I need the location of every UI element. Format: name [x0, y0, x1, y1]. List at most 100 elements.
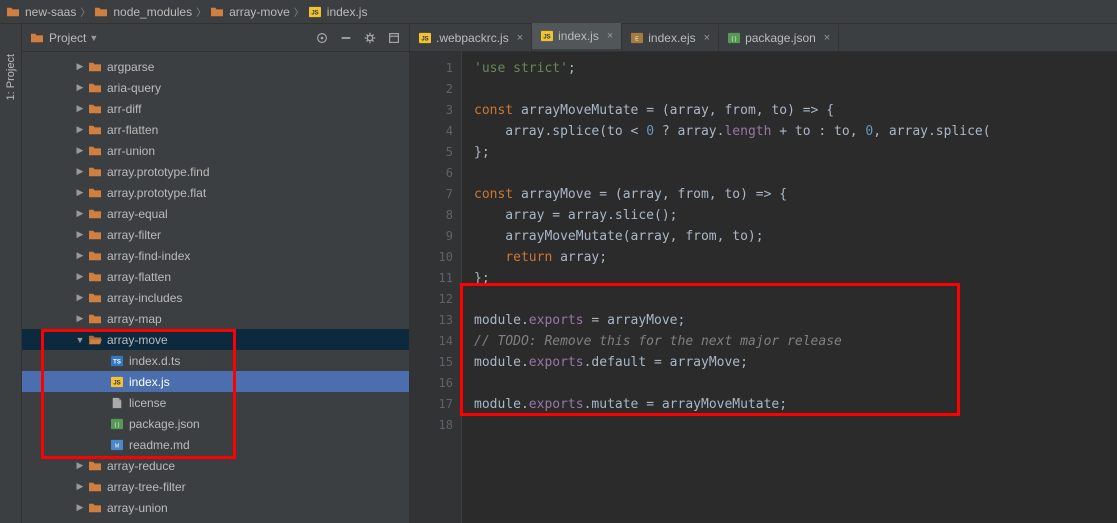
- line-gutter: 123456789101112131415161718: [410, 52, 462, 523]
- tree-item[interactable]: ▶ array-reduce: [22, 455, 409, 476]
- tree-arrow-icon[interactable]: ▶: [72, 502, 88, 513]
- tree-arrow-icon[interactable]: ▶: [72, 271, 88, 282]
- tree-item[interactable]: ▶ array-flatten: [22, 266, 409, 287]
- code-line[interactable]: arrayMoveMutate(array, from, to);: [474, 226, 1117, 247]
- line-number: 4: [410, 121, 453, 142]
- folder-icon: [6, 6, 20, 18]
- editor-tab[interactable]: index.js×: [532, 23, 622, 51]
- editor-area: .webpackrc.js×index.js×index.ejs×package…: [410, 24, 1117, 523]
- tree-item[interactable]: ▶array.prototype.flat: [22, 182, 409, 203]
- tree-item-label: array-flatten: [107, 270, 171, 284]
- tree-item[interactable]: index.d.ts: [22, 350, 409, 371]
- chevron-down-icon[interactable]: ▼: [89, 33, 98, 43]
- tree-item[interactable]: ▶arr-union: [22, 140, 409, 161]
- breadcrumb-item[interactable]: new-saas: [6, 5, 76, 19]
- code-line[interactable]: module.exports.mutate = arrayMoveMutate;: [474, 394, 1117, 415]
- code-line[interactable]: const arrayMove = (array, from, to) => {: [474, 184, 1117, 205]
- project-header-title[interactable]: Project: [49, 31, 86, 45]
- tree-item[interactable]: ▶argparse: [22, 56, 409, 77]
- tree-item[interactable]: ▶array-equal: [22, 203, 409, 224]
- tree-item[interactable]: ▶aria-query: [22, 77, 409, 98]
- tree-arrow-icon[interactable]: ▶: [72, 208, 88, 219]
- close-icon[interactable]: ×: [824, 32, 830, 44]
- tree-item-label: array.prototype.find: [107, 165, 210, 179]
- code-line[interactable]: array = array.slice();: [474, 205, 1117, 226]
- code-line[interactable]: return array;: [474, 247, 1117, 268]
- editor-tab[interactable]: package.json ×: [719, 25, 839, 51]
- code-line[interactable]: [474, 373, 1117, 394]
- tree-arrow-icon[interactable]: ▶: [72, 292, 88, 303]
- code-line[interactable]: 'use strict';: [474, 58, 1117, 79]
- line-number: 7: [410, 184, 453, 205]
- tree-arrow-icon[interactable]: ▶: [72, 481, 88, 492]
- tree-item-label: array-move: [107, 333, 168, 347]
- tree-item[interactable]: ▶array-union: [22, 497, 409, 518]
- editor-tab[interactable]: .webpackrc.js×: [410, 25, 532, 51]
- breadcrumb-item[interactable]: node_modules: [94, 5, 192, 19]
- code-line[interactable]: module.exports.default = arrayMove;: [474, 352, 1117, 373]
- tree-item[interactable]: ▶ arr-diff: [22, 98, 409, 119]
- close-icon[interactable]: ×: [607, 30, 613, 42]
- hide-icon[interactable]: [387, 31, 401, 45]
- tree-arrow-icon[interactable]: ▶: [72, 166, 88, 177]
- tab-label: package.json: [745, 31, 816, 45]
- code-line[interactable]: [474, 289, 1117, 310]
- tree-arrow-icon[interactable]: ▶: [72, 250, 88, 261]
- tree-item[interactable]: ▶ array.prototype.find: [22, 161, 409, 182]
- tree-item[interactable]: ▶ arr-flatten: [22, 119, 409, 140]
- project-tree[interactable]: ▶argparse▶aria-query▶arr-diff▶arr-flatte…: [22, 52, 409, 523]
- tree-item-label: arr-flatten: [107, 123, 158, 137]
- folder-icon: [88, 271, 102, 283]
- breadcrumb-item[interactable]: index.js: [308, 5, 368, 19]
- tree-item-label: array-reduce: [107, 459, 175, 473]
- tree-arrow-icon[interactable]: ▶: [72, 313, 88, 324]
- tree-arrow-icon[interactable]: ▼: [72, 335, 88, 345]
- tree-item[interactable]: ▶array-find-index: [22, 245, 409, 266]
- tree-item[interactable]: license: [22, 392, 409, 413]
- js-icon: [418, 32, 432, 44]
- code-line[interactable]: // TODO: Remove this for the next major …: [474, 331, 1117, 352]
- code-line[interactable]: const arrayMoveMutate = (array, from, to…: [474, 100, 1117, 121]
- code-editor[interactable]: 123456789101112131415161718 'use strict'…: [410, 52, 1117, 523]
- tree-arrow-icon[interactable]: ▶: [72, 187, 88, 198]
- tree-item-label: array-includes: [107, 291, 182, 305]
- tree-arrow-icon[interactable]: ▶: [72, 82, 88, 93]
- code-line[interactable]: [474, 163, 1117, 184]
- code-line[interactable]: module.exports = arrayMove;: [474, 310, 1117, 331]
- tree-item[interactable]: ▼ array-move: [22, 329, 409, 350]
- tree-item[interactable]: readme.md: [22, 434, 409, 455]
- tree-item[interactable]: ▶array-filter: [22, 224, 409, 245]
- side-tool-project-label[interactable]: 1: Project: [5, 54, 17, 100]
- code-line[interactable]: };: [474, 142, 1117, 163]
- json-icon: [110, 418, 124, 430]
- target-icon[interactable]: [315, 31, 329, 45]
- tree-arrow-icon[interactable]: ▶: [72, 460, 88, 471]
- code-line[interactable]: };: [474, 268, 1117, 289]
- tree-arrow-icon[interactable]: ▶: [72, 124, 88, 135]
- tree-item[interactable]: ▶ array-includes: [22, 287, 409, 308]
- tree-item[interactable]: ▶array-tree-filter: [22, 476, 409, 497]
- tree-arrow-icon[interactable]: ▶: [72, 103, 88, 114]
- folder-icon: [88, 61, 102, 73]
- tree-item[interactable]: index.js: [22, 371, 409, 392]
- gear-icon[interactable]: [363, 31, 377, 45]
- tree-arrow-icon[interactable]: ▶: [72, 229, 88, 240]
- code-content[interactable]: 'use strict'; const arrayMoveMutate = (a…: [462, 52, 1117, 523]
- code-line[interactable]: [474, 79, 1117, 100]
- code-line[interactable]: [474, 415, 1117, 436]
- code-line[interactable]: array.splice(to < 0 ? array.length + to …: [474, 121, 1117, 142]
- tree-arrow-icon[interactable]: ▶: [72, 61, 88, 72]
- close-icon[interactable]: ×: [704, 32, 710, 44]
- tree-item[interactable]: package.json: [22, 413, 409, 434]
- collapse-all-icon[interactable]: [339, 31, 353, 45]
- line-number: 17: [410, 394, 453, 415]
- tree-item-label: arr-diff: [107, 102, 141, 116]
- line-number: 1: [410, 58, 453, 79]
- side-tool-bar[interactable]: 1: Project: [0, 24, 22, 523]
- tree-arrow-icon[interactable]: ▶: [72, 145, 88, 156]
- breadcrumb-item[interactable]: array-move: [210, 5, 290, 19]
- tree-item[interactable]: ▶array-map: [22, 308, 409, 329]
- line-number: 18: [410, 415, 453, 436]
- close-icon[interactable]: ×: [517, 32, 523, 44]
- editor-tab[interactable]: index.ejs×: [622, 25, 719, 51]
